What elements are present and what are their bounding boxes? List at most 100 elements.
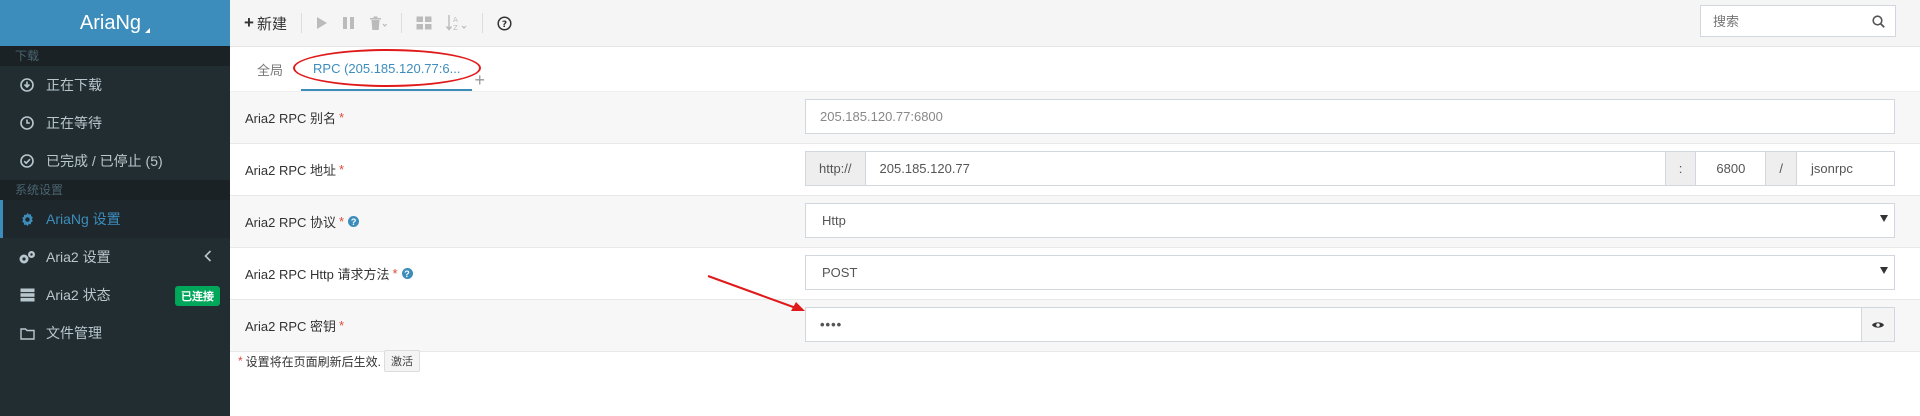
play-icon [316, 17, 327, 29]
rpc-secret-label: Aria2 RPC 密钥 * [245, 300, 344, 351]
rpc-port-separator: : [1665, 151, 1697, 186]
rpc-alias-row: Aria2 RPC 别名 * 205.185.120.77:6800 [230, 92, 1920, 144]
footnote-text: 设置将在页面刷新后生效. [245, 354, 382, 369]
rpc-alias-label: Aria2 RPC 别名 * [245, 92, 344, 143]
toolbar-divider [400, 13, 402, 33]
rpc-alias-input[interactable]: 205.185.120.77:6800 [805, 99, 1895, 134]
sidebar-item-label: 已完成 / 已停止 (5) [46, 153, 163, 169]
sidebar-item-label: AriaNg 设置 [46, 211, 121, 227]
sort-alpha-icon: AZ [445, 15, 467, 32]
show-secret-button[interactable] [1862, 307, 1895, 342]
tab-global[interactable]: 全局 [245, 47, 295, 91]
rpc-protocol-value: Http [822, 213, 846, 228]
svg-text:A: A [453, 16, 458, 24]
tab-rpc[interactable]: RPC (205.185.120.77:6... [301, 47, 473, 91]
new-task-label: 新建 [256, 15, 287, 33]
settings-footnote: * 设置将在页面刷新后生效. 激活 [238, 350, 421, 372]
rpc-secret-field-group: •••• [805, 307, 1895, 342]
rpc-address-field-group: http:// 205.185.120.77 : 6800 / jsonrpc [805, 151, 1895, 186]
rpc-alias-field-group: 205.185.120.77:6800 [805, 99, 1895, 134]
pause-button[interactable] [342, 16, 355, 30]
app-logo[interactable]: AriaNg [0, 0, 230, 46]
rpc-method-row: Aria2 RPC Http 请求方法 * ? POST [230, 248, 1920, 300]
rpc-host-input[interactable]: 205.185.120.77 [865, 151, 1666, 186]
rpc-secret-input[interactable]: •••• [805, 307, 1862, 342]
trash-icon [369, 16, 387, 30]
sidebar: AriaNg 下载 正在下载 正在等待 已完成 / 已停止 (5) 系统设置 A… [0, 0, 230, 416]
search-box[interactable] [1700, 5, 1896, 37]
sidebar-item-file-manager[interactable]: 文件管理 [0, 314, 230, 352]
rpc-address-label-text: Aria2 RPC 地址 [245, 163, 337, 178]
plus-icon: + [244, 13, 254, 32]
svg-text:?: ? [502, 20, 507, 30]
rpc-secret-row: Aria2 RPC 密钥 * •••• [230, 300, 1920, 352]
question-circle-icon[interactable]: ? [401, 268, 413, 279]
required-marker: * [339, 110, 345, 125]
toolbar-divider [300, 13, 302, 33]
rpc-path-input[interactable]: jsonrpc [1797, 151, 1895, 186]
rpc-method-select[interactable]: POST [805, 255, 1895, 290]
main-content: + 新建 AZ ? 全局 RPC (205.185.120.77:6. [230, 0, 1920, 416]
clock-icon [18, 116, 36, 130]
sidebar-item-downloading[interactable]: 正在下载 [0, 66, 230, 104]
rpc-path-separator: / [1766, 151, 1797, 186]
delete-button[interactable] [369, 16, 387, 31]
rpc-method-label: Aria2 RPC Http 请求方法 * ? [245, 248, 413, 299]
activate-button[interactable]: 激活 [384, 350, 421, 372]
caret-down-icon [1880, 267, 1888, 274]
required-marker: * [392, 266, 398, 281]
sidebar-item-label: 正在等待 [46, 115, 102, 131]
rpc-protocol-label: Aria2 RPC 协议 * ? [245, 196, 360, 247]
settings-tabs: 全局 RPC (205.185.120.77:6... + [230, 47, 1920, 92]
grid-icon [416, 16, 432, 30]
logo-corner-icon [145, 27, 151, 33]
toolbar: + 新建 AZ ? [230, 0, 1920, 47]
sidebar-item-aria2-status[interactable]: Aria2 状态 已连接 [0, 276, 230, 314]
rpc-port-input[interactable]: 6800 [1696, 151, 1767, 186]
rpc-protocol-row: Aria2 RPC 协议 * ? Http [230, 196, 1920, 248]
sidebar-item-stopped[interactable]: 已完成 / 已停止 (5) [0, 142, 230, 180]
add-rpc-tab-icon[interactable]: + [474, 70, 485, 91]
rpc-scheme-addon[interactable]: http:// [805, 151, 866, 186]
caret-down-icon [1880, 215, 1888, 222]
rpc-secret-label-text: Aria2 RPC 密钥 [245, 319, 337, 334]
sidebar-item-label: Aria2 状态 [46, 287, 111, 303]
sidebar-item-aria2-settings[interactable]: Aria2 设置 [0, 238, 230, 276]
server-icon [18, 288, 36, 302]
download-icon [18, 78, 36, 92]
search-input[interactable] [1711, 12, 1865, 30]
rpc-address-label: Aria2 RPC 地址 * [245, 144, 344, 195]
sidebar-item-ariang-settings[interactable]: AriaNg 设置 [0, 200, 230, 238]
toolbar-divider [481, 13, 483, 33]
folder-icon [18, 327, 36, 340]
start-button[interactable] [316, 16, 328, 30]
section-header-settings: 系统设置 [0, 180, 230, 200]
search-icon[interactable] [1872, 14, 1885, 28]
gears-icon [18, 250, 36, 265]
rpc-protocol-select[interactable]: Http [805, 203, 1895, 238]
rpc-method-value: POST [822, 265, 858, 280]
eye-icon [1872, 321, 1884, 328]
status-badge: 已连接 [175, 286, 220, 306]
question-circle-icon: ? [497, 15, 512, 31]
app-title: AriaNg [79, 11, 142, 34]
help-button[interactable]: ? [497, 15, 512, 31]
rpc-method-label-text: Aria2 RPC Http 请求方法 [245, 267, 390, 282]
select-all-button[interactable] [416, 16, 432, 30]
sidebar-item-waiting[interactable]: 正在等待 [0, 104, 230, 142]
svg-text:Z: Z [453, 24, 458, 32]
sidebar-item-label: 正在下载 [46, 77, 102, 93]
rpc-method-field-group: POST [805, 255, 1895, 290]
sidebar-item-label: 文件管理 [46, 325, 102, 341]
required-marker: * [339, 162, 345, 177]
rpc-alias-label-text: Aria2 RPC 别名 [245, 111, 337, 126]
new-task-button[interactable]: + 新建 [244, 13, 287, 34]
sort-button[interactable]: AZ [445, 14, 468, 32]
rpc-address-row: Aria2 RPC 地址 * http:// 205.185.120.77 : 6… [230, 144, 1920, 196]
sidebar-item-label: Aria2 设置 [46, 249, 111, 265]
check-circle-icon [18, 154, 36, 168]
question-circle-icon[interactable]: ? [348, 216, 360, 227]
required-marker: * [339, 318, 345, 333]
chevron-left-icon [204, 249, 212, 265]
rpc-protocol-label-text: Aria2 RPC 协议 [245, 215, 337, 230]
